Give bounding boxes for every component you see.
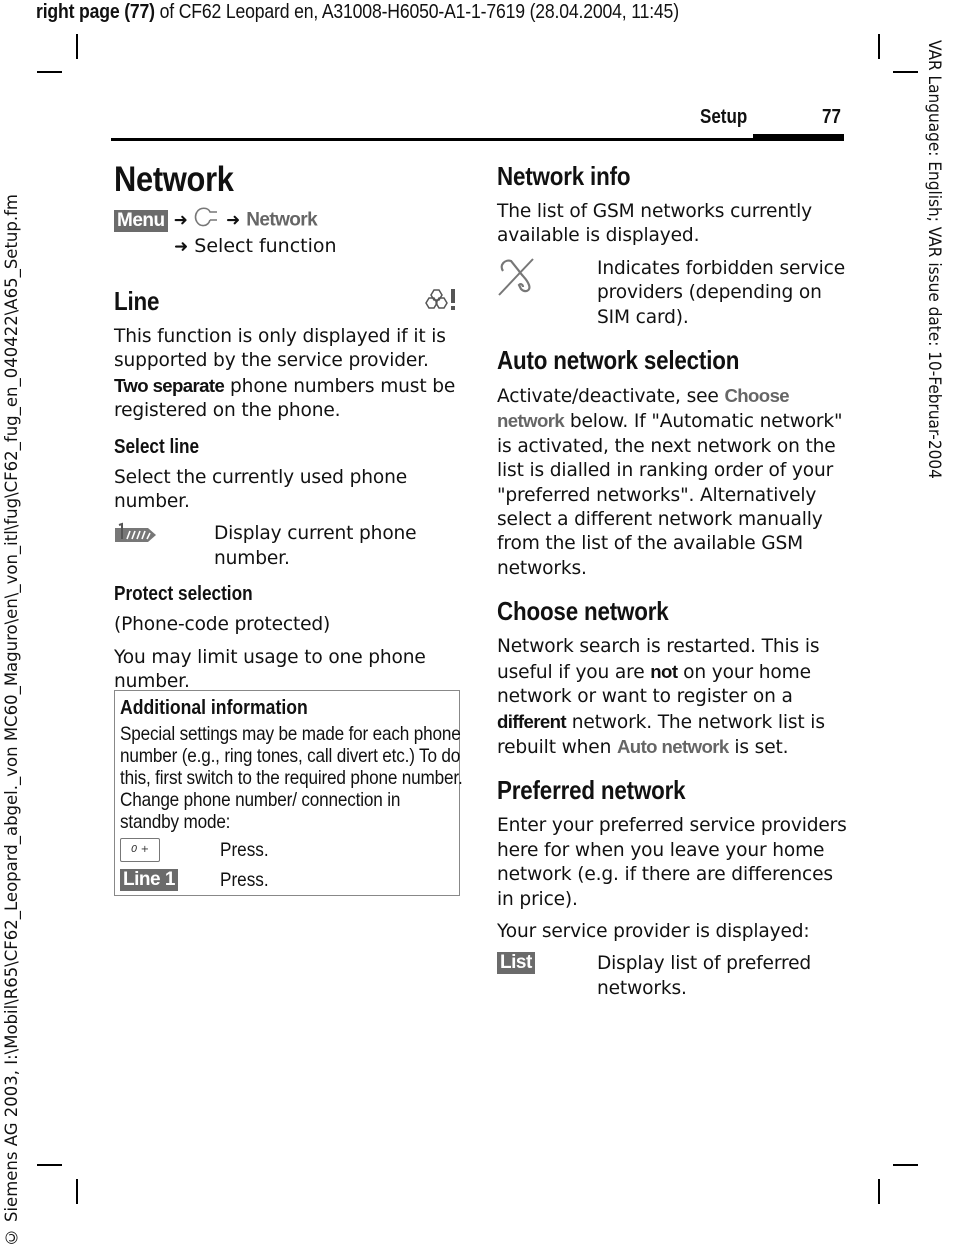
info-box-body: Special settings may be made for each ph… bbox=[120, 723, 463, 833]
crop-mark bbox=[37, 71, 62, 73]
info-box-title: Additional information bbox=[120, 697, 308, 719]
line-indicator-description: Display current phone number. bbox=[214, 523, 417, 569]
auto-network-text-a: Activate/deactivate, see bbox=[497, 386, 725, 408]
icon-row-list: List Display list of preferred networks. bbox=[497, 952, 847, 1001]
menu-item-network: Network bbox=[246, 209, 318, 231]
crop-mark bbox=[878, 1179, 880, 1204]
bold-not: not bbox=[650, 660, 678, 682]
line-heading-row: Line bbox=[114, 285, 464, 317]
running-head-tab bbox=[753, 134, 844, 141]
forbidden-network-description: Indicates forbidden service providers (d… bbox=[597, 257, 846, 328]
print-header: right page (77) of CF62 Leopard en, A310… bbox=[36, 0, 679, 24]
running-head-rule bbox=[111, 138, 844, 141]
crop-mark bbox=[893, 1164, 918, 1166]
subheading-select-line: Select line bbox=[114, 435, 200, 458]
select-function-text: Select function bbox=[194, 235, 337, 257]
crop-mark bbox=[76, 1179, 78, 1204]
list-softkey[interactable]: List bbox=[497, 952, 535, 975]
list-softkey-description: Display list of preferred networks. bbox=[597, 953, 812, 999]
section-heading-auto-network: Auto network selection bbox=[497, 345, 740, 376]
bold-two-separate: Two separate bbox=[114, 374, 225, 396]
info-row-line1: Line 1 Press. bbox=[120, 865, 454, 895]
arrow-icon: ➜ bbox=[226, 210, 241, 231]
right-column: Network info The list of GSM networks cu… bbox=[497, 160, 847, 1001]
info-row-key-zero: 0 + Press. bbox=[120, 835, 454, 865]
section-heading-line: Line bbox=[114, 286, 160, 316]
choose-network-text: Network search is restarted. This is use… bbox=[497, 635, 847, 760]
crop-mark bbox=[878, 34, 880, 59]
select-line-text: Select the currently used phone number. bbox=[114, 466, 408, 513]
menu-path: Menu ➜ ➜ Network bbox=[114, 206, 464, 234]
subheading-protect-selection: Protect selection bbox=[114, 583, 253, 606]
print-header-bold: right page (77) bbox=[36, 0, 155, 23]
menu-softkey[interactable]: Menu bbox=[114, 209, 168, 232]
section-heading-choose-network: Choose network bbox=[497, 596, 669, 627]
page-number: 77 bbox=[822, 106, 841, 128]
protect-selection-note: (Phone-code protected) bbox=[114, 614, 331, 636]
crop-mark bbox=[37, 1164, 62, 1166]
arrow-icon: ➜ bbox=[173, 210, 188, 231]
side-text-file-path: © Siemens AG 2003, I:\Mobil\R65\CF62_Leo… bbox=[2, 193, 21, 1246]
menu-path-line2: ➜ Select function bbox=[114, 234, 464, 259]
icon-row-forbidden: Indicates forbidden service providers (d… bbox=[497, 257, 847, 330]
setup-wrench-icon bbox=[194, 206, 220, 234]
additional-information-box: Additional information Special settings … bbox=[114, 690, 463, 896]
preferred-network-text: Enter your preferred service providers h… bbox=[497, 815, 847, 910]
choose-text-d: is set. bbox=[728, 736, 789, 758]
keypad-zero-key[interactable]: 0 + bbox=[120, 838, 160, 862]
protect-selection-text: You may limit usage to one phone number. bbox=[114, 646, 426, 693]
section-heading-network-info: Network info bbox=[497, 161, 631, 191]
line-description: This function is only displayed if it is… bbox=[114, 326, 446, 372]
info-row-text: Press. bbox=[220, 868, 269, 891]
running-head-section: Setup bbox=[700, 106, 748, 128]
forbidden-network-icon bbox=[497, 257, 597, 330]
line1-softkey[interactable]: Line 1 bbox=[120, 869, 178, 891]
ref-auto-network[interactable]: Auto network bbox=[617, 736, 729, 757]
page-title: Network bbox=[114, 160, 234, 199]
icon-row-line: Display current phone number. bbox=[114, 522, 464, 571]
service-provider-text: Your service provider is displayed: bbox=[497, 920, 810, 942]
network-info-text: The list of GSM networks currently avail… bbox=[497, 201, 812, 247]
arrow-icon: ➜ bbox=[174, 237, 189, 257]
info-row-text: Press. bbox=[220, 838, 269, 861]
side-text-var-language: VAR Language: English; VAR issue date: 1… bbox=[925, 40, 944, 479]
line-indicator-icon bbox=[114, 522, 214, 571]
auto-network-text-b: below. If "Automatic network" is activat… bbox=[497, 411, 843, 579]
auto-network-text: Activate/deactivate, see Choose network … bbox=[497, 384, 847, 581]
crop-mark bbox=[76, 34, 78, 59]
sim-provider-dependent-icon bbox=[424, 286, 458, 316]
crop-mark bbox=[893, 71, 918, 73]
bold-different: different bbox=[497, 710, 567, 732]
section-heading-preferred-network: Preferred network bbox=[497, 775, 686, 806]
left-column: Network Menu ➜ ➜ Network ➜ Select functi… bbox=[114, 160, 464, 694]
print-header-rest: of CF62 Leopard en, A31008-H6050-A1-1-76… bbox=[154, 0, 679, 23]
line-registration-note: Two separate phone numbers must be regis… bbox=[114, 374, 464, 424]
